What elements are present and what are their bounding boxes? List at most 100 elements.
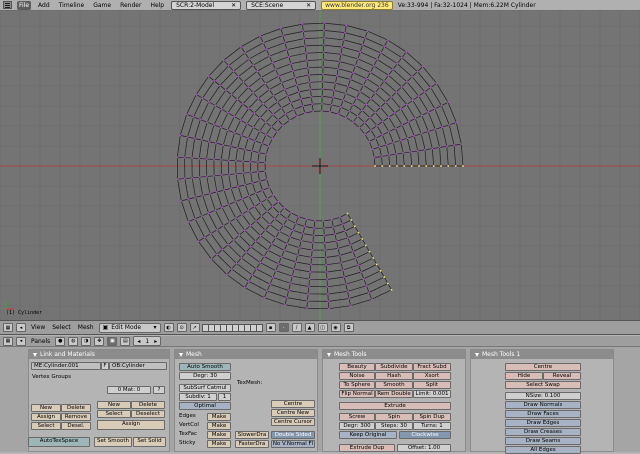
offset-field[interactable]: Offset: 1.00 (397, 444, 451, 452)
draw-normals-toggle[interactable]: Draw Normals (505, 401, 581, 409)
screen-selector[interactable]: SCR:2-Model ✕ (171, 0, 242, 10)
xsort-button[interactable]: Xsort (413, 372, 451, 380)
autotexspace-toggle[interactable]: AutoTexSpace (28, 437, 90, 447)
fract-subd-button[interactable]: Fract Subd (413, 363, 451, 371)
noise-button[interactable]: Noise (339, 372, 375, 380)
screw-button[interactable]: Screw (339, 413, 375, 421)
set-smooth-button[interactable]: Set Smooth (94, 437, 132, 447)
vgroup-remove-button[interactable]: Remove (61, 413, 91, 421)
collapse-menu-icon[interactable]: ◂ (16, 336, 26, 346)
frame-field[interactable]: ◂ 1 ▸ (133, 336, 162, 346)
draw-seams-toggle[interactable]: Draw Seams (505, 437, 581, 445)
vgroup-assign-button[interactable]: Assign (31, 413, 61, 421)
panel-title[interactable]: Mesh Tools (323, 350, 465, 359)
menu-mesh[interactable]: Mesh (76, 323, 96, 332)
subdivide-button[interactable]: Subdivide (375, 363, 413, 371)
panel-title[interactable]: Mesh Tools 1 (471, 350, 613, 359)
chevron-right-icon[interactable]: ▸ (154, 338, 157, 345)
hide-button[interactable]: Hide (505, 372, 543, 380)
material-new-button[interactable]: New (97, 401, 131, 409)
collapse-triangle-icon[interactable] (475, 352, 479, 357)
faster-draw-button[interactable]: FasterDra (235, 440, 269, 448)
material-deselect-button[interactable]: Deselect (131, 410, 165, 418)
lock-icon[interactable]: ▪ (265, 323, 276, 332)
no-vnormal-flip-toggle[interactable]: No V.Normal Fl (271, 440, 315, 448)
logic-context-icon[interactable]: ● (55, 336, 66, 346)
make-texface-button[interactable]: Make (207, 431, 231, 439)
subdiv-level-field[interactable]: Subdiv: 1 (179, 393, 217, 401)
menu-timeline[interactable]: Timeline (57, 1, 87, 10)
draw-type-icon[interactable]: ◐ (163, 323, 174, 332)
panel-title[interactable]: Mesh (175, 350, 317, 359)
spin-degree-field[interactable]: Degr: 300 (339, 422, 375, 430)
limit-selection-icon[interactable]: ◫ (317, 323, 328, 332)
reveal-button[interactable]: Reveal (543, 372, 581, 380)
slower-draw-button[interactable]: SlowerDra (235, 431, 269, 439)
to-sphere-button[interactable]: To Sphere (339, 381, 375, 389)
make-vertcol-button[interactable]: Make (207, 422, 231, 430)
extrude-button[interactable]: Extrude (339, 402, 451, 410)
limit-field[interactable]: Limit: 0.001 (413, 390, 451, 398)
layer-buttons[interactable] (201, 323, 263, 332)
script-context-icon[interactable]: ◍ (68, 336, 79, 346)
blender-url[interactable]: www.blender.org 236 (321, 0, 393, 10)
shading-context-icon[interactable]: ◑ (81, 336, 92, 346)
menu-game[interactable]: Game (91, 1, 113, 10)
menu-view[interactable]: View (29, 323, 47, 332)
fake-user-button[interactable]: F (101, 362, 109, 370)
draw-edges-toggle[interactable]: Draw Edges (505, 419, 581, 427)
screw-turns-field[interactable]: Turns: 1 (413, 422, 451, 430)
close-icon[interactable]: ✕ (231, 2, 236, 9)
centre-new-button[interactable]: Centre New (271, 409, 315, 417)
object-name-field[interactable]: OB:Cylinder (109, 362, 167, 370)
collapse-triangle-icon[interactable] (33, 352, 37, 357)
manipulator-icon[interactable]: ↗ (189, 323, 200, 332)
set-solid-button[interactable]: Set Solid (133, 437, 166, 447)
material-assign-button[interactable]: Assign (97, 420, 165, 430)
select-swap-button[interactable]: Select Swap (505, 381, 581, 389)
material-query-button[interactable]: ? (153, 386, 165, 394)
menu-file[interactable]: File (17, 0, 32, 10)
vgroup-deselect-button[interactable]: Desel. (61, 422, 91, 430)
split-button[interactable]: Split (413, 381, 451, 389)
smooth-button[interactable]: Smooth (375, 381, 413, 389)
scene-context-icon[interactable]: ▤ (120, 336, 131, 346)
chevron-left-icon[interactable]: ◂ (137, 338, 140, 345)
3d-cursor-icon[interactable] (312, 158, 328, 174)
keep-original-toggle[interactable]: Keep Original (339, 431, 397, 439)
all-edges-toggle[interactable]: All Edges (505, 446, 581, 454)
editing-context-icon[interactable]: ▣ (107, 336, 118, 346)
vgroup-new-button[interactable]: New (31, 404, 61, 412)
subsurf-type-dropdown[interactable]: SubSurf Catmul (179, 384, 231, 392)
viewport-canvas[interactable] (0, 11, 640, 320)
normal-size-field[interactable]: NSize: 0.100 (505, 392, 581, 400)
extrude-dup-button[interactable]: Extrude Dup (339, 444, 395, 452)
clockwise-toggle[interactable]: Clockwise (399, 431, 451, 439)
menu-render[interactable]: Render (118, 1, 143, 10)
centre-button[interactable]: Centre (271, 400, 315, 408)
make-edges-button[interactable]: Make (207, 413, 231, 421)
mode-dropdown[interactable]: ▣ Edit Mode ▾ (98, 322, 161, 333)
collapse-triangle-icon[interactable] (327, 352, 331, 357)
proportional-edit-icon[interactable]: ◉ (330, 323, 341, 332)
make-sticky-button[interactable]: Make (207, 440, 231, 448)
draw-creases-toggle[interactable]: Draw Creases (505, 428, 581, 436)
auto-smooth-degree-field[interactable]: Degr: 30 (179, 372, 231, 380)
object-context-icon[interactable]: ✥ (94, 336, 105, 346)
menu-panels[interactable]: Panels (29, 337, 52, 346)
vgroup-select-button[interactable]: Select (31, 422, 61, 430)
mesh-name-field[interactable]: ME:Cylinder.001 (31, 362, 101, 370)
rem-double-button[interactable]: Rem Double (375, 390, 413, 398)
vgroup-delete-button[interactable]: Delete (61, 404, 91, 412)
hash-button[interactable]: Hash (375, 372, 413, 380)
3d-viewport[interactable]: (1) Cylinder (0, 11, 640, 320)
edge-select-icon[interactable]: / (291, 323, 302, 332)
material-select-button[interactable]: Select (97, 410, 131, 418)
collapse-menu-icon[interactable]: ◂ (16, 323, 26, 332)
beauty-toggle[interactable]: Beauty (339, 363, 375, 371)
draw-faces-toggle[interactable]: Draw Faces (505, 410, 581, 418)
auto-smooth-toggle[interactable]: Auto Smooth (179, 363, 231, 371)
material-delete-button[interactable]: Delete (131, 401, 165, 409)
spin-button[interactable]: Spin (375, 413, 413, 421)
scene-selector[interactable]: SCE:Scene ✕ (246, 0, 317, 10)
